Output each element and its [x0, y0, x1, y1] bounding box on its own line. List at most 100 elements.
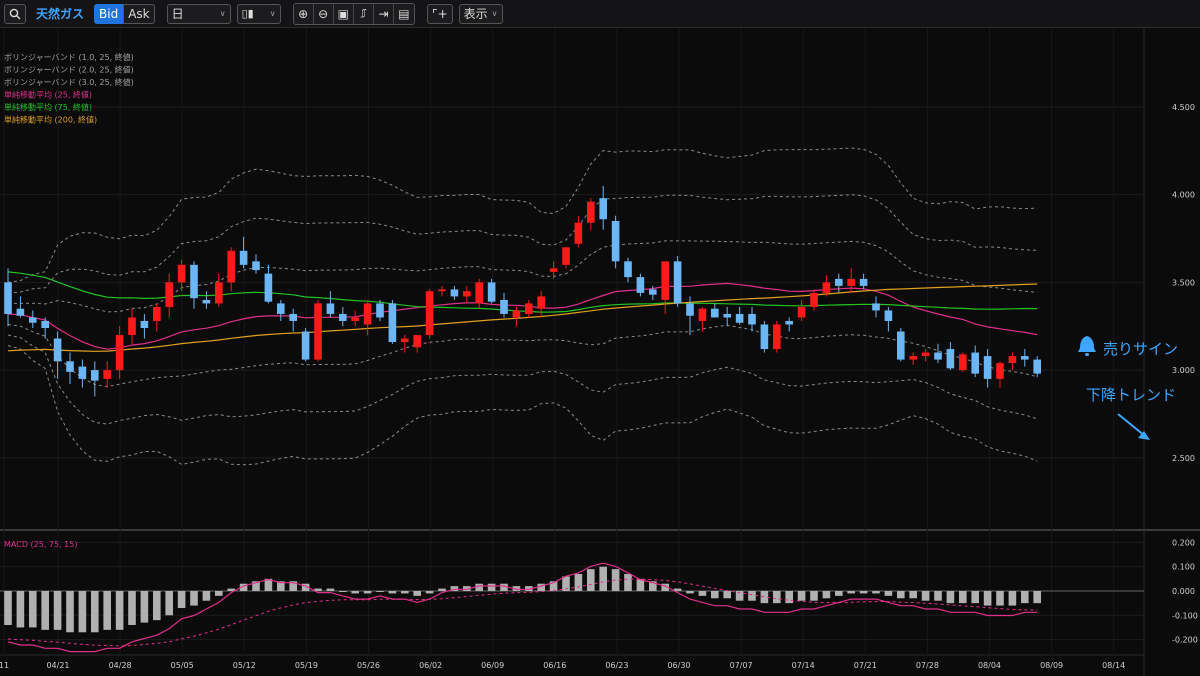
candle-body [78, 366, 87, 379]
zoom-in-button[interactable]: ⊕ [293, 3, 314, 24]
candle-body [202, 299, 211, 304]
price-tick-label: 2.500 [1172, 454, 1195, 463]
time-tick-label: 06/16 [543, 661, 566, 670]
candle-body [351, 317, 359, 321]
display-label: 表示 [463, 7, 488, 21]
candle-body [487, 282, 496, 302]
macd-histogram-bar [686, 591, 694, 594]
candle-body [549, 268, 558, 272]
fit-button[interactable]: ▣ [333, 3, 354, 24]
macd-histogram-bar [165, 591, 173, 616]
macd-legend[interactable]: MACD (25, 75, 15) [4, 540, 77, 549]
candle-body [438, 289, 446, 292]
macd-histogram-bar [103, 591, 111, 630]
macd-histogram-bar [587, 569, 595, 591]
timeframe-value: 日 [171, 7, 184, 21]
macd-histogram-bar [909, 591, 917, 599]
legend-item[interactable]: ボリンジャーバンド (2.0, 25, 終値) [4, 65, 134, 75]
chevron-down-icon: ∨ [219, 9, 226, 18]
candle-body [587, 201, 595, 223]
add-indicator-icon: ⌜+ [431, 6, 448, 21]
macd-histogram-bar [326, 588, 335, 591]
candle-body [227, 250, 235, 283]
legend-item[interactable]: ボリンジャーバンド (3.0, 25, 終値) [4, 77, 134, 87]
chart-type-select[interactable]: ▯▮ ∨ [236, 3, 281, 24]
candle-body [698, 308, 707, 321]
macd-histogram-bar [599, 566, 607, 591]
time-tick-label: 07/28 [916, 661, 939, 670]
legend-item[interactable]: ボリンジャーバンド (1.0, 25, 終値) [4, 52, 134, 62]
downtrend-text: 下降トレンド [1086, 386, 1176, 404]
macd-histogram-bar [140, 591, 149, 623]
macd-histogram-bar [946, 591, 955, 604]
legend-item[interactable]: 単純移動平均 (200, 終値) [4, 115, 97, 125]
chevron-down-icon: ∨ [491, 9, 498, 18]
macd-histogram-bar [959, 591, 967, 604]
sell-signal-text: 売りサイン [1103, 340, 1178, 358]
time-tick-label: 06/02 [419, 661, 442, 670]
macd-tick-label: -0.200 [1172, 636, 1198, 645]
jump-right-icon: ⇥ [378, 6, 389, 21]
candle-body [624, 261, 632, 278]
candle [487, 278, 496, 304]
candle [611, 215, 620, 269]
lock-button[interactable]: ⎎ [353, 3, 374, 24]
display-menu-button[interactable]: 表示 ∨ [458, 3, 503, 24]
candle-body [376, 303, 384, 318]
candle-body [773, 324, 781, 350]
candle-body [909, 356, 917, 360]
candle [959, 352, 967, 372]
macd-histogram-bar [351, 591, 359, 594]
candle-body [264, 273, 273, 302]
candle-body [797, 306, 806, 318]
ask-button[interactable]: Ask [123, 3, 155, 24]
macd-histogram-bar [1021, 591, 1029, 604]
macd-histogram-bar [773, 591, 781, 604]
search-icon [9, 8, 21, 19]
bid-button[interactable]: Bid [94, 3, 124, 24]
macd-histogram-bar [574, 574, 583, 591]
search-button[interactable] [4, 3, 26, 24]
candle-body [599, 198, 607, 220]
price-type-toggle: Bid Ask [94, 3, 155, 24]
macd-histogram-bar [413, 591, 421, 596]
candle-body [66, 361, 74, 372]
indicator-button[interactable]: ⌜+ [426, 3, 453, 24]
candle-body [53, 338, 62, 362]
candle-body [611, 220, 620, 262]
candle-body [103, 370, 111, 379]
candle-body [512, 310, 521, 318]
macd-histogram-bar [822, 591, 831, 599]
zoom-out-button[interactable]: ⊖ [313, 3, 334, 24]
time-tick-label: 06/09 [481, 661, 504, 670]
candle-body [649, 289, 657, 295]
timeframe-select[interactable]: 日 ∨ [166, 3, 231, 24]
candle-body [289, 313, 297, 321]
macd-histogram-bar [53, 591, 62, 630]
candle-body [153, 306, 161, 321]
instrument-name[interactable]: 天然ガス [32, 5, 88, 22]
time-tick-label: 05/05 [171, 661, 194, 670]
candle-body [413, 335, 421, 348]
candle-body [636, 277, 645, 293]
macd-histogram-bar [698, 591, 707, 596]
chart-canvas[interactable]: 4.500 4.000 3.500 3.000 2.500 0.200 0.100 0.00… [0, 28, 1200, 676]
zoom-in-icon: ⊕ [298, 6, 309, 21]
price-tick-label: 3.000 [1172, 366, 1195, 375]
macd-histogram-bar [859, 591, 868, 594]
chevron-down-icon: ∨ [269, 9, 276, 18]
candle-body [4, 282, 12, 314]
candle-body [847, 278, 855, 286]
macd-histogram-bar [723, 591, 731, 599]
macd-histogram-bar [872, 591, 880, 594]
macd-histogram-bar [810, 591, 818, 601]
jump-latest-button[interactable]: ⇥ [373, 3, 394, 24]
price-tick-label: 4.500 [1172, 103, 1195, 112]
candle-body [115, 335, 124, 371]
legend-item[interactable]: 単純移動平均 (25, 終値) [4, 90, 92, 100]
macd-histogram-bar [475, 583, 483, 591]
time-tick-label: 07/21 [854, 661, 877, 670]
legend-item[interactable]: 単純移動平均 (75, 終値) [4, 102, 92, 112]
macd-histogram-bar [624, 574, 632, 591]
report-button[interactable]: ▤ [393, 3, 414, 24]
